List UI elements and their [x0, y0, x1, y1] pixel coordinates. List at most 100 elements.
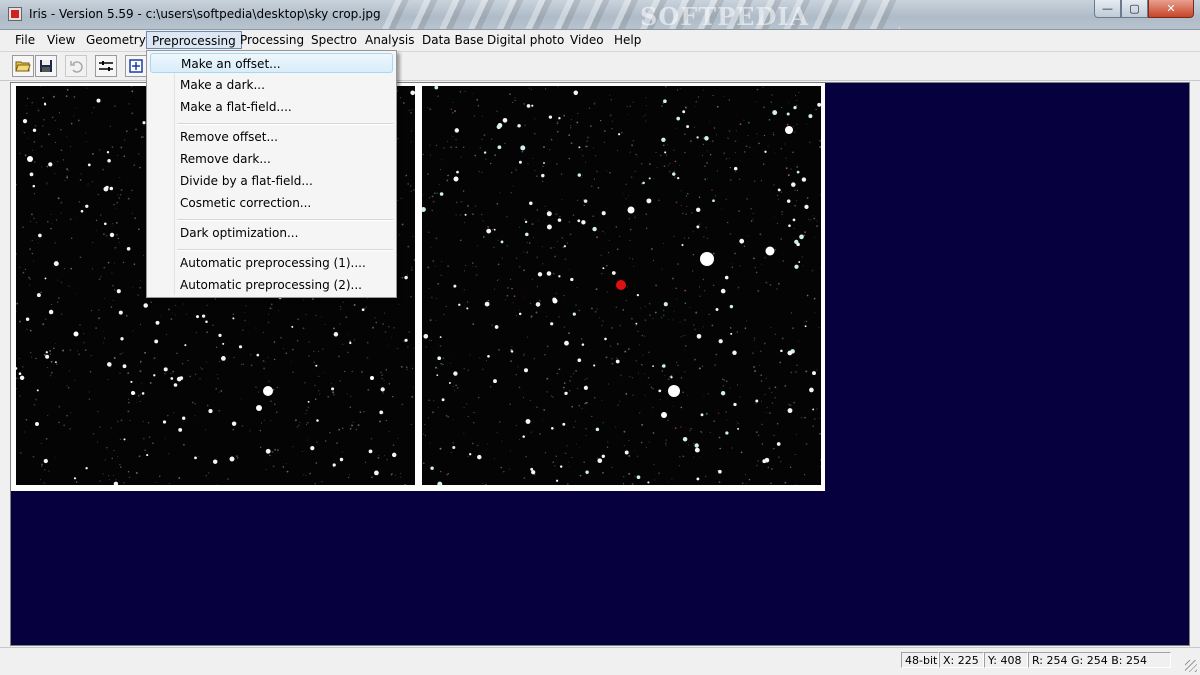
maximize-button[interactable]: ▢	[1121, 0, 1148, 18]
star-noise	[51, 116, 54, 119]
star-noise	[586, 140, 588, 142]
star-noise	[516, 257, 518, 259]
status-bar: 48-bits X: 225 Y: 408 R: 254 G: 254 B: 2…	[0, 647, 1200, 675]
star-noise	[428, 399, 430, 401]
menu-item-divide-flat-field[interactable]: Divide by a flat-field...	[150, 171, 393, 191]
star-noise	[673, 235, 675, 238]
star-noise	[536, 175, 538, 178]
star-noise	[308, 355, 310, 357]
menu-item-make-offset[interactable]: Make an offset...	[150, 53, 393, 73]
menu-item-auto-preprocessing-2[interactable]: Automatic preprocessing (2)...	[150, 275, 393, 295]
star-noise	[410, 268, 413, 271]
star-noise	[189, 375, 191, 378]
star-noise	[524, 124, 526, 127]
star-noise	[666, 481, 668, 483]
star-noise	[499, 421, 501, 423]
minimize-button[interactable]: —	[1094, 0, 1121, 18]
star-noise	[686, 394, 688, 396]
star-noise	[711, 189, 713, 191]
star-noise	[442, 363, 444, 366]
menu-help[interactable]: Help	[609, 31, 646, 49]
star-noise	[120, 189, 123, 192]
settings-button[interactable]	[95, 55, 117, 77]
star-noise	[796, 123, 798, 125]
star-noise	[471, 442, 474, 445]
star-noise	[340, 308, 342, 310]
star-noise	[305, 413, 307, 415]
star-noise	[445, 414, 448, 417]
image-panel-right[interactable]	[422, 86, 821, 485]
star-noise	[625, 198, 627, 200]
star-noise	[651, 248, 653, 250]
star-noise	[214, 298, 216, 300]
menu-view[interactable]: View	[42, 31, 80, 49]
resize-grip-icon[interactable]	[1185, 660, 1197, 672]
star-noise	[408, 109, 410, 112]
star-noise	[139, 360, 142, 363]
star-noise	[472, 323, 475, 325]
menu-digital-photo[interactable]: Digital photo	[482, 31, 569, 49]
star	[686, 125, 690, 129]
star-noise	[819, 432, 821, 435]
save-button[interactable]	[35, 55, 57, 77]
menu-item-make-dark[interactable]: Make a dark...	[150, 75, 393, 95]
star-noise	[379, 420, 381, 423]
menu-geometry[interactable]: Geometry	[81, 31, 151, 49]
star-noise	[788, 102, 790, 104]
star-noise	[70, 412, 72, 414]
open-button[interactable]	[12, 55, 34, 77]
menu-video[interactable]: Video	[565, 31, 609, 49]
star	[737, 427, 740, 430]
menu-file[interactable]: File	[10, 31, 40, 49]
star-noise	[729, 387, 731, 389]
star-noise	[142, 136, 144, 138]
menu-item-cosmetic-correction[interactable]: Cosmetic correction...	[150, 193, 393, 213]
star-noise	[792, 125, 794, 128]
menu-item-remove-offset[interactable]: Remove offset...	[150, 127, 393, 147]
star-noise	[726, 221, 729, 224]
zoom-button[interactable]	[125, 55, 147, 77]
star-noise	[674, 176, 676, 179]
star	[694, 443, 699, 448]
star-noise	[367, 388, 370, 391]
star	[648, 177, 651, 180]
menu-item-remove-dark[interactable]: Remove dark...	[150, 149, 393, 169]
star-noise	[120, 419, 123, 422]
undo-button[interactable]	[65, 55, 87, 77]
undo-icon	[70, 61, 83, 73]
menu-item-dark-optimization[interactable]: Dark optimization...	[150, 223, 393, 243]
star-noise	[22, 271, 25, 274]
menu-analysis[interactable]: Analysis	[360, 31, 419, 49]
star-noise	[666, 154, 667, 156]
star	[439, 336, 442, 339]
star	[661, 137, 666, 143]
star-noise	[164, 373, 166, 375]
star-noise	[819, 459, 821, 461]
star	[315, 364, 318, 367]
star-noise	[464, 221, 466, 223]
star	[546, 224, 552, 230]
star-noise	[106, 446, 108, 449]
star-noise	[148, 436, 151, 438]
star-noise	[543, 408, 546, 411]
star-noise	[729, 166, 732, 169]
star-noise	[377, 456, 380, 459]
star-noise	[757, 289, 760, 292]
star-noise	[107, 378, 109, 381]
menu-spectro[interactable]: Spectro	[306, 31, 362, 49]
star-noise	[713, 127, 716, 129]
menu-processing[interactable]: Processing	[235, 31, 309, 49]
star-noise	[593, 178, 595, 180]
star-noise	[16, 387, 17, 390]
close-button[interactable]: ✕	[1148, 0, 1194, 18]
star-noise	[792, 151, 794, 154]
star-noise	[667, 419, 669, 422]
menu-item-make-flat-field[interactable]: Make a flat-field....	[150, 97, 393, 117]
menu-database[interactable]: Data Base	[417, 31, 489, 49]
star-noise	[97, 309, 100, 311]
star-noise	[663, 309, 665, 312]
menu-preprocessing[interactable]: Preprocessing	[146, 31, 242, 49]
menu-item-auto-preprocessing-1[interactable]: Automatic preprocessing (1)....	[150, 253, 393, 273]
app-icon[interactable]	[8, 7, 22, 21]
star-noise	[413, 259, 415, 261]
